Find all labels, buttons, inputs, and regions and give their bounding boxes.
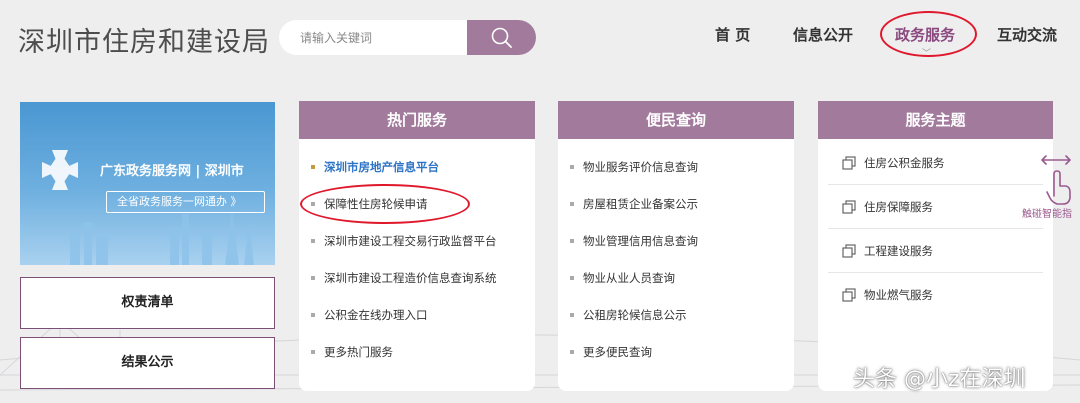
service-topics-panel: 服务主题 住房公积金服务 住房保障服务 工程建设服务 物业燃气服务 — [818, 101, 1053, 391]
copy-icon — [842, 288, 856, 302]
convenience-query-heading: 便民查询 — [558, 101, 794, 139]
copy-icon — [842, 199, 856, 214]
bullet-icon — [311, 238, 315, 243]
copy-icon — [842, 243, 856, 258]
convenience-query-panel: 便民查询 物业服务评价信息查询 房屋租赁企业备案公示 物业管理信用信息查询 物业… — [558, 101, 794, 391]
list-item-label: 房屋租赁企业备案公示 — [583, 196, 698, 211]
bullet-icon — [570, 275, 574, 280]
bullet-icon — [570, 201, 574, 206]
bullet-icon — [570, 349, 574, 354]
hot-services-heading: 热门服务 — [299, 101, 535, 139]
list-item[interactable]: 房屋租赁企业备案公示 — [558, 185, 794, 222]
topic-item[interactable]: 物业燃气服务 — [828, 273, 1043, 317]
chevron-down-icon: ﹀ — [922, 49, 932, 59]
nav-government-services[interactable]: 政务服务 — [895, 24, 955, 45]
list-item-label: 深圳市建设工程造价信息查询系统 — [324, 270, 497, 285]
list-item[interactable]: 公租房轮候信息公示 — [558, 296, 794, 333]
topic-label: 住房公积金服务 — [864, 155, 945, 170]
list-item[interactable]: 更多热门服务 — [299, 333, 535, 370]
list-item-label: 深圳市建设工程交易行政监督平台 — [324, 233, 497, 248]
list-item-label: 物业从业人员查询 — [583, 270, 675, 285]
bullet-icon — [311, 312, 315, 317]
guangdong-service-banner[interactable]: 广东政务服务网 | 深圳市 全省政务服务一网通办 》 — [20, 102, 275, 265]
bullet-icon — [311, 349, 315, 354]
bullet-icon — [570, 238, 574, 243]
topic-label: 工程建设服务 — [864, 243, 933, 258]
topic-item[interactable]: 住房保障服务 — [828, 185, 1043, 229]
banner-one-network-button[interactable]: 全省政务服务一网通办 》 — [106, 191, 265, 213]
list-item-label: 保障性住房轮候申请 — [324, 196, 428, 211]
watermark: 头条 @小z在深圳 — [853, 367, 1026, 392]
list-item[interactable]: 深圳市建设工程造价信息查询系统 — [299, 259, 535, 296]
list-item-label: 物业管理信用信息查询 — [583, 233, 698, 248]
list-item[interactable]: 深圳市房地产信息平台 — [299, 148, 535, 185]
list-item[interactable]: 物业管理信用信息查询 — [558, 222, 794, 259]
list-item-label: 公租房轮候信息公示 — [583, 307, 687, 322]
list-item-label: 深圳市房地产信息平台 — [324, 159, 439, 174]
service-topics-heading: 服务主题 — [818, 101, 1053, 139]
list-item-label: 更多热门服务 — [324, 344, 393, 359]
main-nav: 首 页 信息公开 政务服务 互动交流 — [0, 24, 1080, 46]
list-item[interactable]: 公积金在线办理入口 — [299, 296, 535, 333]
gesture-label: 触碰智能指 — [1022, 209, 1072, 220]
result-publicity-button[interactable]: 结果公示 — [20, 337, 275, 389]
list-item[interactable]: 深圳市建设工程交易行政监督平台 — [299, 222, 535, 259]
hot-services-panel: 热门服务 深圳市房地产信息平台 保障性住房轮候申请 深圳市建设工程交易行政监督平… — [299, 101, 535, 391]
copy-icon — [842, 155, 856, 170]
topic-item[interactable]: 工程建设服务 — [828, 229, 1043, 273]
list-item[interactable]: 更多便民查询 — [558, 333, 794, 370]
bullet-icon — [311, 164, 315, 169]
bullet-icon — [311, 201, 315, 206]
banner-title: 广东政务服务网 | 深圳市 — [100, 164, 244, 179]
bullet-icon — [311, 275, 315, 280]
topic-item[interactable]: 住房公积金服务 — [828, 141, 1043, 185]
list-item[interactable]: 物业服务评价信息查询 — [558, 148, 794, 185]
list-item-label: 物业服务评价信息查询 — [583, 159, 698, 174]
list-item-label: 更多便民查询 — [583, 344, 652, 359]
topic-label: 住房保障服务 — [864, 199, 933, 214]
list-item-label: 公积金在线办理入口 — [324, 307, 428, 322]
power-responsibility-list-button[interactable]: 权责清单 — [20, 277, 275, 329]
nav-home[interactable]: 首 页 — [715, 24, 750, 45]
list-item[interactable]: 物业从业人员查询 — [558, 259, 794, 296]
nav-info-disclosure[interactable]: 信息公开 — [793, 24, 853, 45]
nav-interaction[interactable]: 互动交流 — [997, 24, 1057, 45]
topic-label: 物业燃气服务 — [864, 288, 933, 302]
bullet-icon — [570, 164, 574, 169]
city-skyline-illustration — [42, 150, 254, 265]
list-item[interactable]: 保障性住房轮候申请 — [299, 185, 535, 222]
bullet-icon — [570, 312, 574, 317]
